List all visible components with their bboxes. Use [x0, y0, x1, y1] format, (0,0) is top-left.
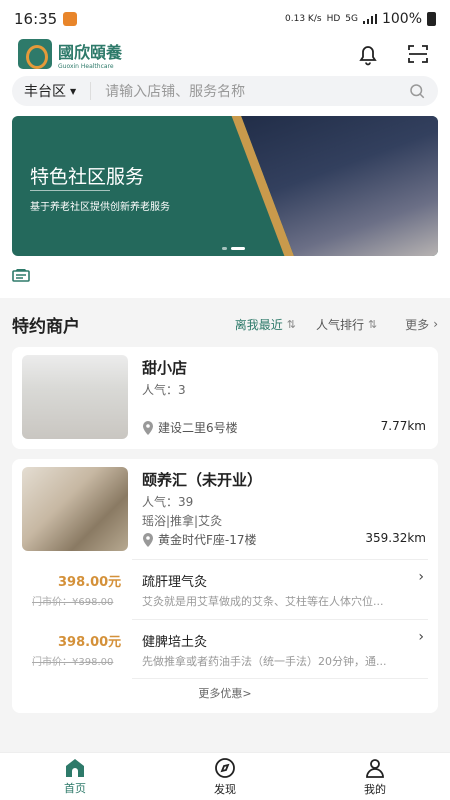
logo-icon: [18, 39, 52, 69]
bell-icon[interactable]: [354, 40, 382, 68]
shop-address-text: 黄金时代F座-17楼: [158, 533, 257, 547]
shop-distance: 359.32km: [365, 531, 426, 545]
sort-icon: ⇅: [367, 317, 378, 331]
sort-tabs: 离我最近 ⇅ 人气排行 ⇅ 更多 ›: [235, 316, 438, 333]
tab-mine-label: 我的: [364, 782, 386, 796]
search-icon[interactable]: [408, 82, 426, 100]
district-label: 丰台区: [24, 84, 66, 100]
tab-discover-label: 发现: [214, 782, 236, 796]
shop-address-text: 建设二里6号楼: [158, 421, 238, 435]
home-icon: [66, 758, 84, 777]
banner-rule: [30, 190, 110, 191]
service-item[interactable]: 398.00元 门市价：¥398.00 健脾培土灸 先做推拿或者药油手法（统一手…: [22, 621, 428, 679]
chevron-right-icon: ›: [418, 569, 424, 585]
compass-icon: [215, 757, 235, 778]
shop-address: 黄金时代F座-17楼: [142, 531, 257, 548]
banner-title: 特色社区服务: [30, 166, 145, 188]
chevron-right-icon: ›: [418, 629, 424, 645]
banner-dot[interactable]: [222, 247, 227, 250]
logo: 國欣頤養 Guoxin Healthcare: [58, 39, 122, 70]
banner-photo: [241, 116, 438, 256]
hd-indicator: HD: [326, 14, 341, 24]
shop-tags: 瑶浴|推拿|艾灸: [142, 514, 223, 528]
service-name: 疏肝理气灸: [142, 575, 208, 590]
shop-card[interactable]: 颐养汇（未开业） 人气：39 瑶浴|推拿|艾灸 黄金时代F座-17楼 359.3…: [12, 459, 438, 713]
shop-thumbnail: [22, 355, 128, 439]
service-price: 398.00元: [58, 635, 122, 650]
more-label: 更多: [405, 317, 430, 332]
sort-nearest-label: 离我最近: [234, 317, 283, 332]
notification-icon: [63, 12, 78, 26]
status-bar: 16:35 0.13 K/s HD 5G 100%: [0, 0, 450, 38]
shop-thumbnail: [22, 467, 128, 551]
search-input[interactable]: 请输入店铺、服务名称: [105, 81, 408, 101]
sort-nearest[interactable]: 离我最近 ⇅: [235, 316, 296, 333]
status-right: 0.13 K/s HD 5G 100%: [285, 11, 436, 27]
app-header: 國欣頤養 Guoxin Healthcare: [0, 38, 450, 70]
service-original-price: 门市价：¥698.00: [32, 597, 114, 608]
shop-distance: 7.77km: [380, 419, 426, 433]
shop-name: 颐养汇（未开业）: [142, 471, 263, 489]
sort-popular[interactable]: 人气排行 ⇅: [316, 316, 377, 333]
search-box: 丰台区 ▼ 请输入店铺、服务名称: [12, 76, 438, 106]
battery-icon: [427, 12, 436, 26]
sort-icon: ⇅: [286, 317, 296, 331]
bottom-tabbar: 首页 发现 我的: [0, 752, 450, 800]
banner-subtitle: 基于养老社区提供创新养老服务: [30, 202, 170, 213]
battery-text: 100%: [381, 11, 422, 27]
shop-name: 甜小店: [142, 359, 188, 377]
logo-name: 國欣頤養: [58, 42, 123, 62]
merchants-header: 特约商户 离我最近 ⇅ 人气排行 ⇅ 更多 ›: [0, 306, 450, 342]
shop-card[interactable]: 甜小店 人气：3 建设二里6号楼 7.77km: [12, 347, 438, 449]
tab-discover[interactable]: 发现: [150, 753, 300, 800]
divider: [132, 678, 428, 679]
tab-home-label: 首页: [64, 781, 86, 795]
shop-popularity: 人气：39: [142, 495, 194, 509]
search-divider: [90, 82, 92, 100]
tab-home[interactable]: 首页: [0, 753, 150, 800]
tab-mine[interactable]: 我的: [300, 753, 450, 800]
banner-section: 特色社区服务 基于养老社区提供创新养老服务: [0, 114, 450, 298]
status-time: 16:35: [14, 10, 58, 28]
sort-popular-label: 人气排行: [315, 317, 364, 332]
shop-popularity: 人气：3: [142, 383, 186, 397]
service-price: 398.00元: [58, 575, 122, 590]
notice-icon[interactable]: [12, 268, 30, 282]
district-selector[interactable]: 丰台区 ▼: [24, 81, 76, 101]
user-icon: [366, 758, 384, 778]
signal-indicator: 5G: [345, 14, 358, 24]
banner-dot-active[interactable]: [231, 247, 245, 250]
signal-bars-icon: [362, 14, 377, 24]
banner[interactable]: 特色社区服务 基于养老社区提供创新养老服务: [12, 116, 438, 256]
search-row: 丰台区 ▼ 请输入店铺、服务名称: [0, 70, 450, 114]
scan-icon[interactable]: [404, 40, 432, 68]
divider: [132, 559, 428, 560]
location-pin-icon: [143, 420, 153, 435]
more-deals-link[interactable]: 更多优惠>: [12, 685, 438, 701]
section-title: 特约商户: [12, 316, 80, 337]
caret-down-icon: ▼: [70, 86, 77, 96]
more-link[interactable]: 更多 ›: [405, 316, 438, 333]
divider: [132, 619, 428, 620]
service-item[interactable]: 398.00元 门市价：¥698.00 疏肝理气灸 艾灸就是用艾草做成的艾条、艾…: [22, 561, 428, 619]
net-speed: 0.13 K/s: [285, 14, 322, 24]
location-pin-icon: [143, 532, 153, 547]
service-desc: 先做推拿或者药油手法（统一手法）20分钟，通...: [142, 655, 387, 668]
chevron-right-icon: ›: [433, 317, 438, 331]
service-original-price: 门市价：¥398.00: [32, 657, 114, 668]
service-desc: 艾灸就是用艾草做成的艾条、艾柱等在人体穴位...: [142, 595, 384, 608]
shop-address: 建设二里6号楼: [142, 419, 238, 436]
logo-subtitle: Guoxin Healthcare: [58, 62, 114, 70]
service-name: 健脾培土灸: [142, 635, 208, 650]
banner-pagination: [222, 247, 245, 250]
